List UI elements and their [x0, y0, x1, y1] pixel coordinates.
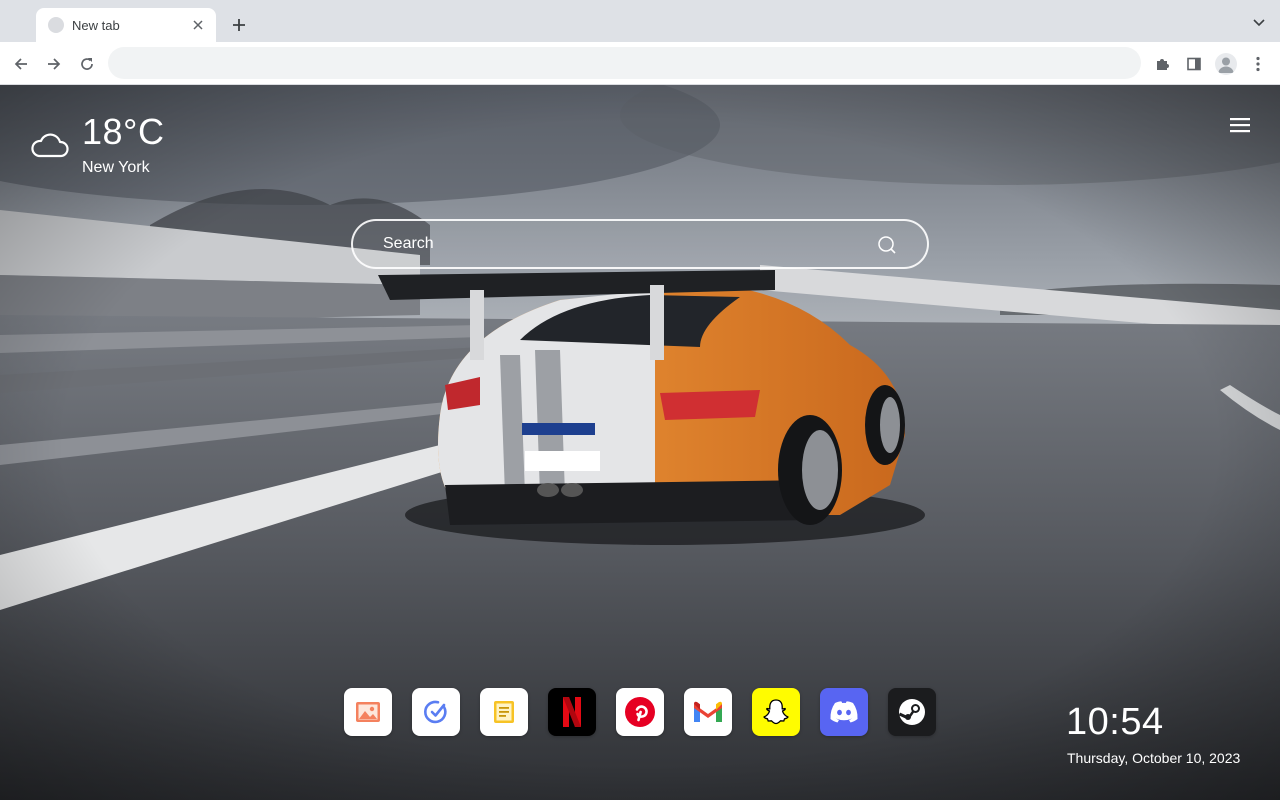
side-panel-button[interactable]: [1181, 51, 1207, 77]
forward-button[interactable]: [43, 53, 65, 75]
tasks-app[interactable]: [412, 688, 460, 736]
more-vert-icon: [1256, 56, 1260, 72]
snapchat-app[interactable]: [752, 688, 800, 736]
snapchat-icon: [763, 699, 789, 725]
search-icon[interactable]: [877, 235, 897, 255]
city-name: New York: [82, 159, 150, 176]
reload-button[interactable]: [76, 53, 98, 75]
person-icon: [1218, 57, 1234, 73]
cloud-icon: [31, 133, 69, 158]
pinterest-icon: [625, 697, 655, 727]
gmail-icon: [694, 701, 722, 722]
steam-app[interactable]: [888, 688, 936, 736]
tab-favicon-icon: [48, 17, 64, 33]
photos-app[interactable]: [344, 688, 392, 736]
tab-search-button[interactable]: [1252, 16, 1266, 30]
new-tab-button[interactable]: [228, 14, 250, 36]
clock-time: 10:54: [1066, 701, 1164, 743]
app-dock: [344, 688, 936, 736]
address-bar[interactable]: [108, 47, 1141, 79]
browser-toolbar: [0, 42, 1280, 85]
temperature: 18°C: [82, 111, 165, 152]
search-bar: [351, 219, 929, 269]
notes-app[interactable]: [480, 688, 528, 736]
puzzle-icon: [1157, 59, 1169, 70]
gmail-app[interactable]: [684, 688, 732, 736]
tab-title: New tab: [72, 17, 120, 33]
new-tab-page: 18°C New York Search 10:54 Thursday, Oct…: [0, 85, 1280, 800]
close-icon[interactable]: [190, 17, 206, 33]
pinterest-app[interactable]: [616, 688, 664, 736]
profile-button[interactable]: [1213, 51, 1239, 77]
side-panel-icon: [1187, 57, 1201, 71]
netflix-icon: [563, 697, 581, 727]
plus-icon: [233, 19, 245, 31]
notes-icon: [494, 701, 514, 723]
tab-strip: New tab: [0, 0, 1280, 42]
discord-icon: [830, 701, 858, 723]
check-icon: [424, 700, 447, 724]
netflix-app[interactable]: [548, 688, 596, 736]
arrow-left-icon: [14, 58, 27, 70]
tab-new-tab[interactable]: New tab: [36, 8, 216, 42]
search-input[interactable]: [383, 221, 863, 267]
chevron-down-icon: [1253, 19, 1265, 27]
avatar: [1215, 53, 1237, 75]
arrow-right-icon: [48, 58, 61, 70]
back-button[interactable]: [10, 53, 32, 75]
clock-date: Thursday, October 10, 2023: [1067, 750, 1241, 766]
extensions-button[interactable]: [1149, 51, 1175, 77]
steam-icon: [898, 699, 925, 725]
photos-icon: [356, 702, 380, 722]
hamburger-menu-icon[interactable]: [1230, 116, 1250, 134]
discord-app[interactable]: [820, 688, 868, 736]
reload-icon: [81, 58, 93, 70]
browser-menu-button[interactable]: [1245, 51, 1271, 77]
